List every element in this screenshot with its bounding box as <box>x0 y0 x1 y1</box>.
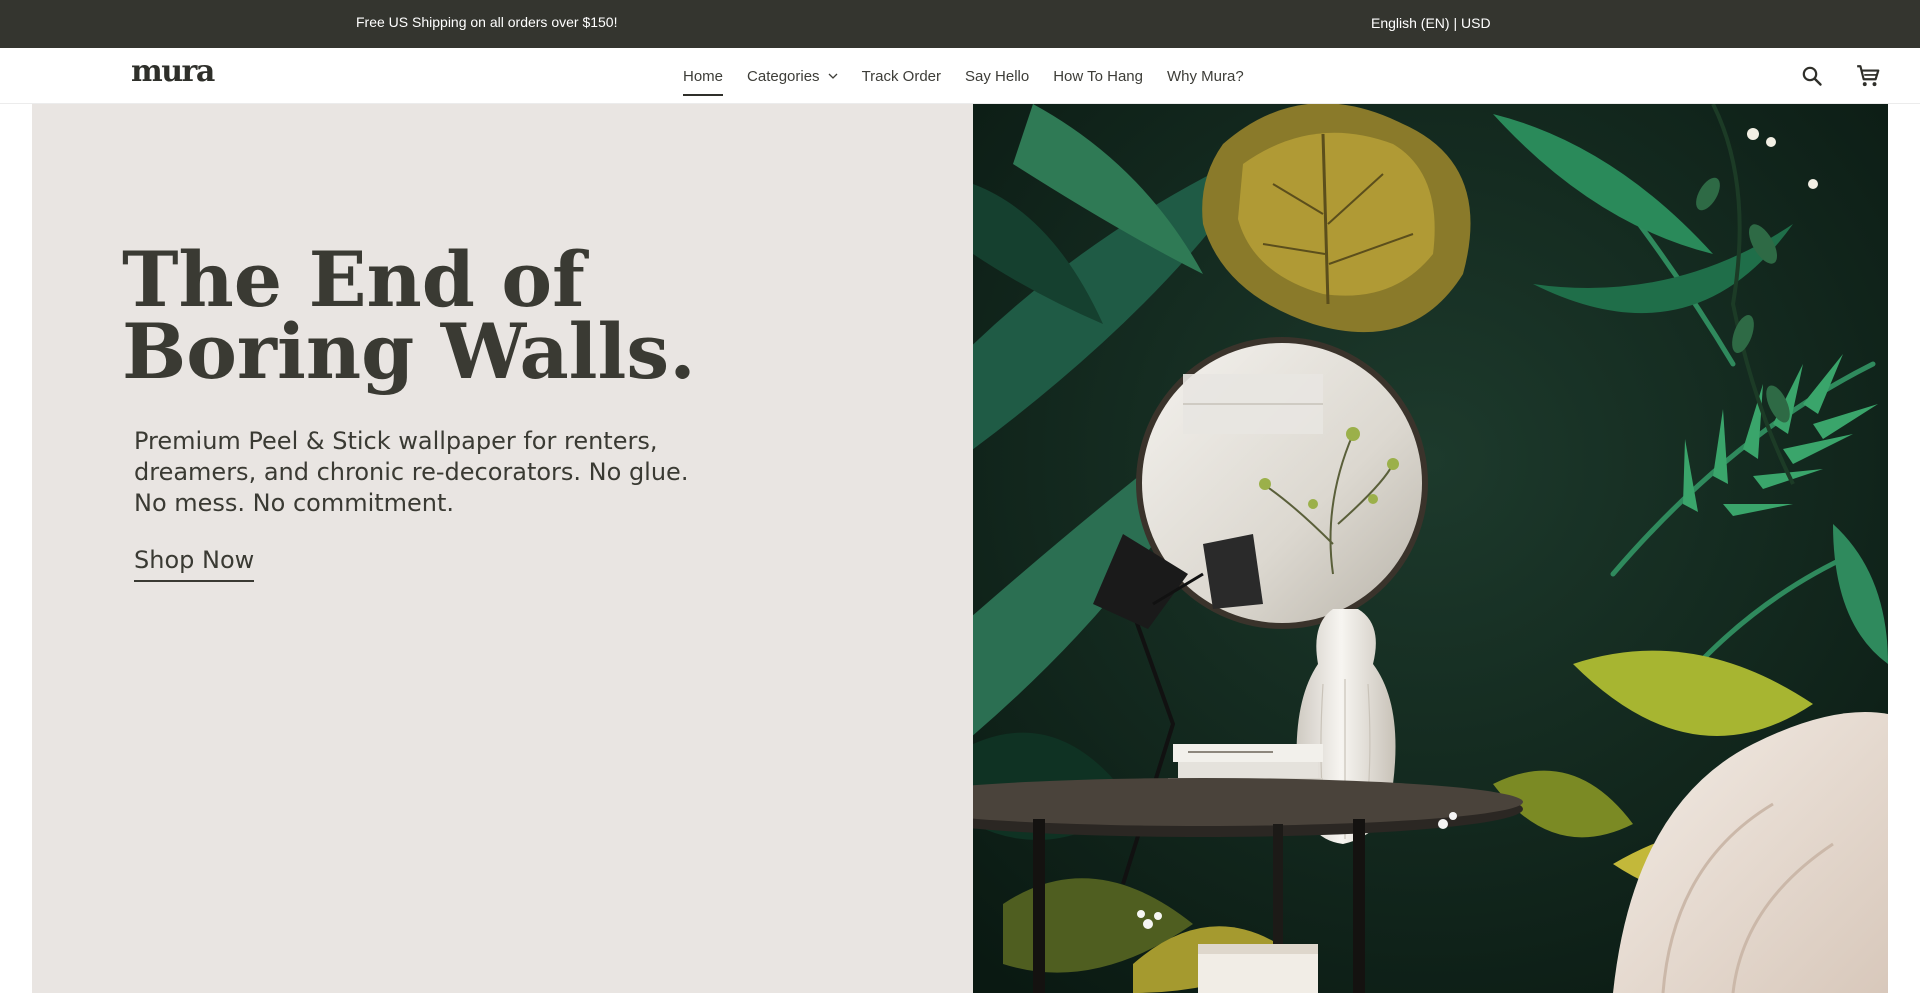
nav-categories[interactable]: Categories <box>747 48 838 104</box>
nav-track-order[interactable]: Track Order <box>862 48 941 104</box>
search-icon[interactable] <box>1800 64 1824 88</box>
nav-how-to-hang-label: How To Hang <box>1053 67 1143 85</box>
announcement-bar: Free US Shipping on all orders over $150… <box>0 0 1920 48</box>
nav-say-hello-label: Say Hello <box>965 67 1030 85</box>
shipping-promo-text: Free US Shipping on all orders over $150… <box>356 14 618 30</box>
nav-home[interactable]: Home <box>683 48 724 104</box>
shop-now-button[interactable]: Shop Now <box>134 546 255 582</box>
chevron-down-icon <box>828 73 838 79</box>
shipping-promo[interactable]: Free US Shipping on all orders over $150… <box>352 14 621 30</box>
nav-why-mura[interactable]: Why Mura? <box>1167 48 1244 104</box>
hero-title: The End of Boring Walls. <box>122 235 696 396</box>
hero-image <box>973 104 1888 993</box>
site-header: mura Home Categories Track Order Say Hel… <box>0 48 1920 104</box>
nav-how-to-hang[interactable]: How To Hang <box>1053 48 1143 104</box>
nav-categories-label: Categories <box>747 67 820 85</box>
logo[interactable]: mura <box>131 57 215 87</box>
hero-subtitle: Premium Peel & Stick wallpaper for rente… <box>134 427 689 517</box>
nav-say-hello[interactable]: Say Hello <box>965 48 1029 104</box>
locale-currency-selector[interactable]: English (EN) | USD <box>1371 15 1491 31</box>
nav-track-order-label: Track Order <box>861 67 942 85</box>
main-nav: Home Categories Track Order Say Hello Ho… <box>683 48 1244 104</box>
nav-why-mura-label: Why Mura? <box>1167 67 1244 85</box>
hero-banner: The End of Boring Walls. Premium Peel & … <box>32 104 1888 993</box>
cart-icon[interactable] <box>1855 63 1881 89</box>
nav-home-label: Home <box>683 67 724 85</box>
